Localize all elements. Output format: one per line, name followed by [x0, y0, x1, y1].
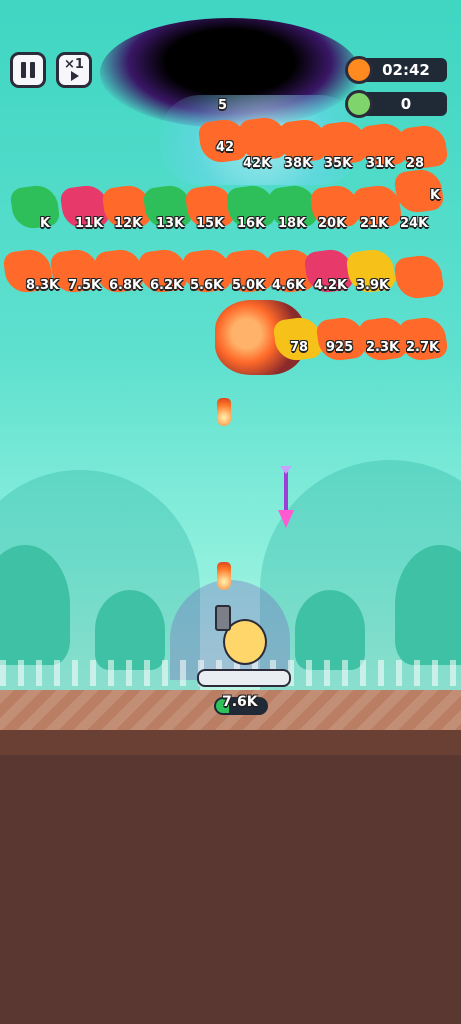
enemy-hp-label: 3.9K — [356, 278, 390, 293]
enemy-hp-label: 42K — [243, 156, 272, 171]
skateboard — [197, 669, 291, 687]
enemy-hp-label: 18K — [278, 216, 307, 231]
pause-icon — [21, 62, 35, 78]
enemy-hp-label: 11K — [75, 216, 104, 231]
enemy — [393, 253, 445, 301]
enemy-hp-label: 28 — [406, 156, 425, 171]
enemy-hp-label: K — [430, 188, 441, 203]
enemy-hp-label: 24K — [400, 216, 429, 231]
enemy-hp-label: 4.6K — [272, 278, 306, 293]
speed-button[interactable]: ×1 — [56, 52, 92, 88]
pause-button[interactable] — [10, 52, 46, 88]
background-tree — [295, 590, 365, 670]
speed-label: ×1 — [64, 57, 84, 72]
background-tree — [95, 590, 165, 670]
enemy-hp-label: 13K — [156, 216, 185, 231]
clock-icon — [345, 56, 373, 84]
enemy-hp-label: 6.8K — [109, 278, 143, 293]
enemy-hp-label: 38K — [284, 156, 313, 171]
game-scene: 5 42 42K 38K 35K 31K 28 K 11K 12K 13K 15… — [0, 0, 461, 1024]
gun-icon — [215, 605, 231, 631]
enemy-hp-label: 12K — [114, 216, 143, 231]
enemy-hp-label: 8.3K — [26, 278, 60, 293]
enemy-hp-label: 31K — [366, 156, 395, 171]
ground — [0, 755, 461, 1024]
enemy-hp-label: 20K — [318, 216, 347, 231]
enemy — [397, 315, 449, 363]
timer-value: 02:42 — [382, 61, 430, 79]
enemy-hp-label: 5.6K — [190, 278, 224, 293]
play-icon — [71, 71, 79, 81]
alien-icon — [345, 90, 373, 118]
enemy-hp-label: 15K — [196, 216, 225, 231]
enemy-hp-label: 21K — [360, 216, 389, 231]
enemy — [9, 183, 61, 231]
fire-projectile — [217, 562, 231, 590]
enemy-hp-label: 5.0K — [232, 278, 266, 293]
enemy-hp-label: 6.2K — [150, 278, 184, 293]
enemy-hp-label: 4.2K — [314, 278, 348, 293]
enemy-hp-label: 2.7K — [406, 340, 440, 355]
fire-projectile — [217, 398, 231, 426]
enemy-hp-label: 78 — [290, 340, 309, 355]
enemy-hp-label: 16K — [237, 216, 266, 231]
enemy-hp-label: 7.5K — [68, 278, 102, 293]
enemy-hp-label: 925 — [326, 340, 354, 355]
enemy-hp-label: 2.3K — [366, 340, 400, 355]
enemy-hp-label: 35K — [324, 156, 353, 171]
enemy-hp-label: 5 — [218, 98, 228, 113]
player-hp-label: 7.6K — [222, 694, 258, 710]
player-character — [197, 605, 291, 695]
purple-arrow-projectile — [278, 466, 294, 530]
kill-count: 0 — [400, 95, 412, 113]
enemy-hp-label: 42 — [216, 140, 235, 155]
enemy-hp-label: K — [40, 216, 51, 231]
